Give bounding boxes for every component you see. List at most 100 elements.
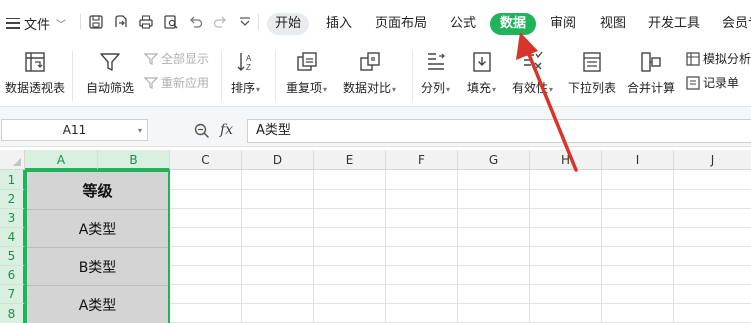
gridline [170, 265, 751, 266]
gridline [529, 170, 530, 323]
row-header-7[interactable]: 7 [0, 285, 25, 304]
auto-filter-button[interactable]: 自动筛选 [86, 49, 134, 96]
validity-label: 有效性▾ [512, 81, 554, 95]
sort-button[interactable]: AZ 排序▾ [231, 49, 260, 96]
divider [412, 51, 413, 101]
column-header-b[interactable]: B [98, 150, 170, 170]
tab-review[interactable]: 审阅 [550, 13, 576, 35]
data-compare-icon [357, 49, 383, 75]
filter-icon [97, 49, 123, 75]
gridline [170, 303, 751, 304]
record-form-label: 记录单 [703, 76, 740, 90]
consolidate-button[interactable]: 合并计算 [627, 49, 675, 96]
gridline [170, 227, 751, 228]
tab-view[interactable]: 视图 [600, 13, 626, 35]
gridline [673, 170, 674, 323]
customize-quick-access-icon[interactable] [236, 13, 254, 31]
save-icon[interactable] [87, 13, 105, 31]
file-menu-label: 文件 [24, 17, 51, 33]
row-header-5[interactable]: 5 [0, 247, 25, 266]
print-icon[interactable] [137, 13, 155, 31]
record-form-icon [686, 75, 700, 90]
dropdown-list-label: 下拉列表 [568, 81, 617, 95]
gridline [170, 189, 751, 190]
row-header-8[interactable]: 8 [0, 304, 25, 323]
tab-insert[interactable]: 插入 [326, 13, 352, 35]
tab-member[interactable]: 会员专享 [722, 13, 751, 35]
data-compare-label: 数据对比▾ [343, 81, 397, 95]
data-compare-button[interactable]: 数据对比▾ [343, 49, 396, 96]
pivot-table-label: 数据透视表 [5, 81, 66, 95]
column-header-i[interactable]: I [602, 150, 674, 170]
consolidate-icon [638, 49, 664, 75]
chevron-down-icon: ﹀ [56, 19, 67, 31]
tab-page-layout[interactable]: 页面布局 [375, 13, 427, 35]
gridline [385, 170, 386, 323]
merged-cell[interactable]: A类型 [27, 286, 168, 323]
reapply-label: 重新应用 [161, 76, 210, 90]
divider [258, 14, 259, 30]
column-header-e[interactable]: E [314, 150, 386, 170]
tab-developer[interactable]: 开发工具 [648, 13, 700, 35]
show-all-button[interactable]: 全部显示 [144, 50, 209, 67]
zoom-icon[interactable] [193, 122, 211, 140]
file-menu-button[interactable]: 文件 ﹀ [6, 12, 66, 34]
print-preview-icon[interactable] [162, 13, 180, 31]
tab-home[interactable]: 开始 [267, 13, 310, 35]
show-all-label: 全部显示 [161, 52, 210, 66]
row-header-6[interactable]: 6 [0, 266, 25, 285]
dropdown-list-icon [579, 49, 605, 75]
split-column-button[interactable]: 分列▾ [421, 49, 450, 96]
sort-icon: AZ [233, 49, 259, 75]
record-form-button[interactable]: 记录单 [686, 74, 739, 91]
selected-range[interactable]: 等级 A类型 B类型 A类型 [25, 170, 170, 323]
column-header-h[interactable]: H [530, 150, 602, 170]
ribbon-toolbar: 数据透视表 自动筛选 全部显示 重新应用 AZ 排序▾ 重复项▾ 数据对比▾ 分… [0, 45, 751, 107]
column-header-g[interactable]: G [458, 150, 530, 170]
name-box-value: A11 [62, 123, 87, 137]
gridline [601, 170, 602, 323]
row-header-4[interactable]: 4 [0, 228, 25, 247]
split-column-icon [423, 49, 449, 75]
svg-text:A: A [246, 54, 252, 63]
name-box[interactable]: A11 ▾ [1, 119, 148, 141]
tab-data[interactable]: 数据 [490, 13, 537, 35]
duplicates-button[interactable]: 重复项▾ [286, 49, 327, 96]
fx-icon[interactable]: fx [220, 122, 233, 138]
column-header-a[interactable]: A [25, 150, 98, 170]
auto-filter-label: 自动筛选 [86, 81, 135, 95]
row-header-3[interactable]: 3 [0, 209, 25, 228]
simulate-analysis-icon [686, 51, 700, 66]
menu-bar: 文件 ﹀ 开始 插入 页面布局 公式 数据 审阅 视图 开发工具 会员专享 [0, 0, 751, 45]
select-all-corner[interactable] [0, 150, 25, 170]
dropdown-list-button[interactable]: 下拉列表 [568, 49, 616, 96]
formula-input[interactable]: A类型 [247, 119, 751, 143]
column-header-f[interactable]: F [386, 150, 458, 170]
formula-bar: A11 ▾ fx A类型 [0, 107, 751, 147]
merged-cell[interactable]: A类型 [27, 210, 168, 248]
consolidate-label: 合并计算 [627, 81, 676, 95]
gridline [457, 170, 458, 323]
tab-formulas[interactable]: 公式 [450, 13, 476, 35]
row-header-2[interactable]: 2 [0, 190, 25, 209]
export-icon[interactable] [112, 13, 130, 31]
redo-icon[interactable] [211, 13, 229, 31]
validity-button[interactable]: 有效性▾ [512, 49, 553, 96]
gridline [241, 170, 242, 323]
pivot-table-button[interactable]: 数据透视表 [5, 49, 65, 96]
row-header-1[interactable]: 1 [0, 170, 25, 190]
simulate-analysis-button[interactable]: 模拟分析 [686, 50, 751, 67]
fill-button[interactable]: 填充▾ [467, 49, 496, 96]
duplicates-icon [294, 49, 320, 75]
spreadsheet-grid: A B C D E F G H I J 1 2 3 4 5 6 7 8 等级 A… [0, 150, 751, 323]
column-header-j[interactable]: J [674, 150, 751, 170]
validity-icon [520, 49, 546, 75]
reapply-button[interactable]: 重新应用 [144, 74, 209, 91]
column-header-d[interactable]: D [242, 150, 314, 170]
merged-cell-header[interactable]: 等级 [27, 172, 168, 210]
column-header-c[interactable]: C [170, 150, 242, 170]
split-column-label: 分列▾ [421, 81, 451, 95]
chevron-down-icon: ▾ [137, 125, 142, 135]
undo-icon[interactable] [187, 13, 205, 31]
merged-cell[interactable]: B类型 [27, 248, 168, 286]
